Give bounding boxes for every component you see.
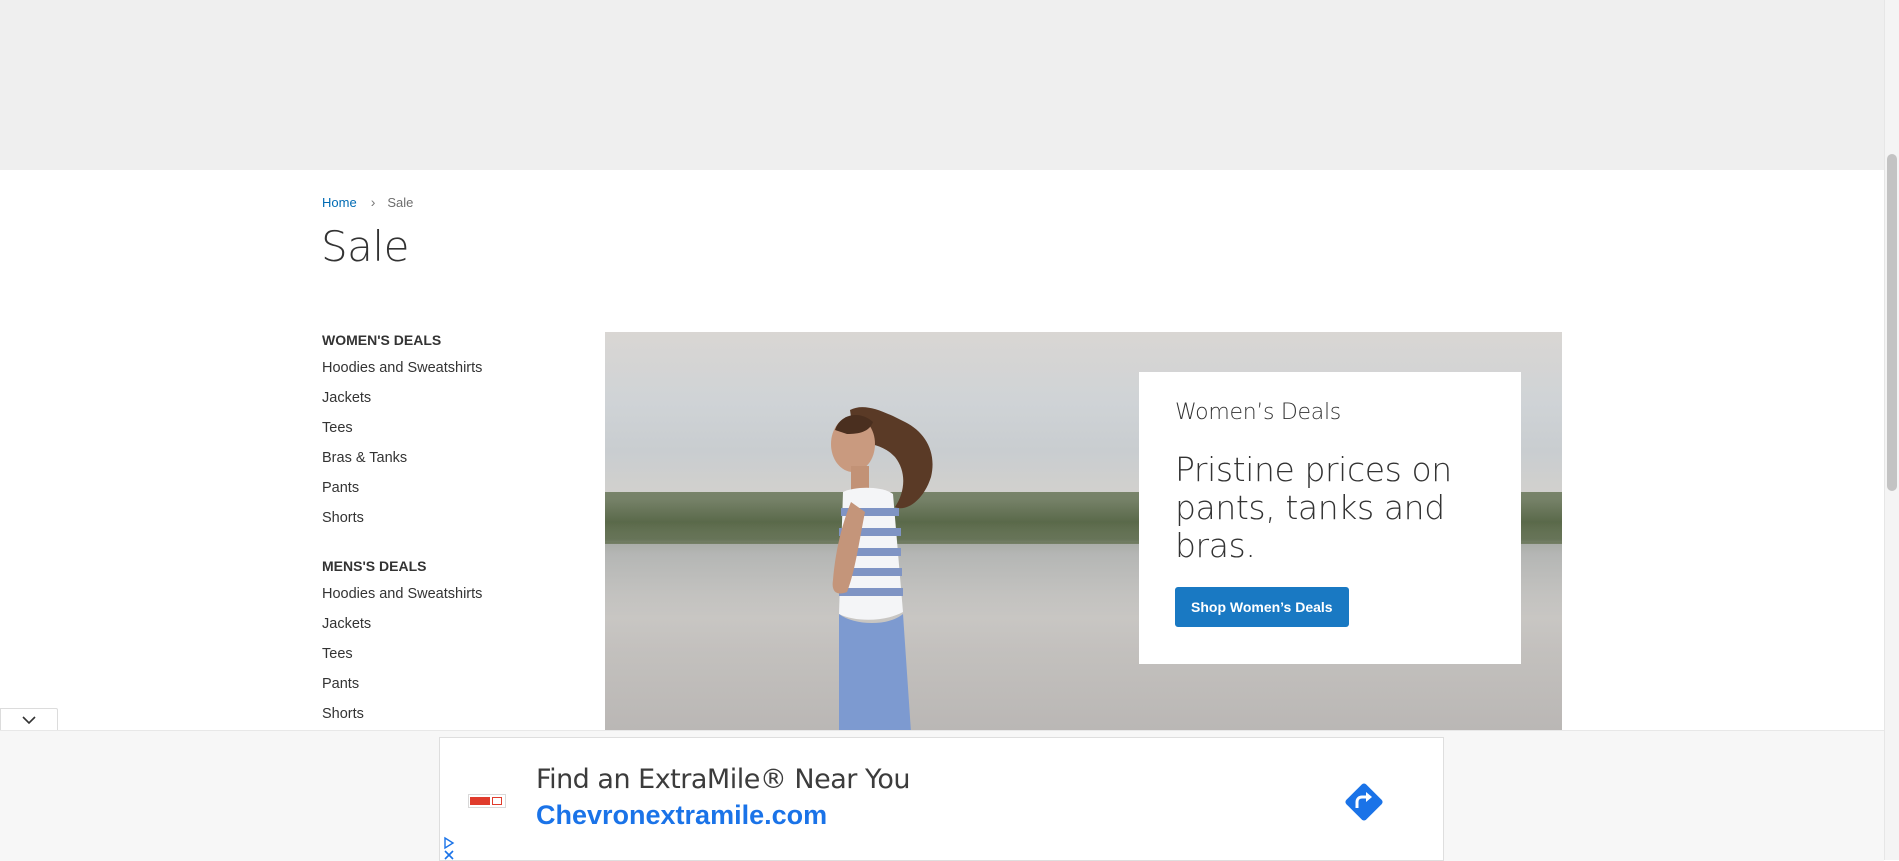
sidebar-link-women-shorts[interactable]: Shorts xyxy=(322,508,562,528)
sidebar-link-men-tees[interactable]: Tees xyxy=(322,644,562,664)
collapse-ad-button[interactable] xyxy=(0,708,58,732)
promo-card: Women’s Deals Pristine prices on pants, … xyxy=(1139,372,1521,664)
sidebar-group-womens-deals: WOMEN'S DEALS Hoodies and Sweatshirts Ja… xyxy=(322,330,562,528)
promo-kicker: Women’s Deals xyxy=(1175,400,1341,425)
sidebar-link-women-jackets[interactable]: Jackets xyxy=(322,388,562,408)
sidebar-group-title: WOMEN'S DEALS xyxy=(322,332,442,348)
shop-womens-deals-button[interactable]: Shop Women’s Deals xyxy=(1175,587,1349,627)
breadcrumb: Home › Sale xyxy=(322,194,413,210)
directions-arrow-icon[interactable] xyxy=(1340,778,1388,826)
sidebar-categories: WOMEN'S DEALS Hoodies and Sweatshirts Ja… xyxy=(322,330,562,734)
sidebar-group-mens-deals: MENS'S DEALS Hoodies and Sweatshirts Jac… xyxy=(322,556,562,724)
sidebar-link-men-jackets[interactable]: Jackets xyxy=(322,614,562,634)
page-scrollbar[interactable] xyxy=(1884,0,1899,860)
advertisement-banner[interactable]: Find an ExtraMile® Near You Chevronextra… xyxy=(439,737,1444,861)
ad-url-link[interactable]: Chevronextramile.com xyxy=(536,800,827,831)
chevron-down-icon xyxy=(22,716,36,725)
header-placeholder-band xyxy=(0,0,1884,170)
sidebar-link-women-hoodies[interactable]: Hoodies and Sweatshirts xyxy=(322,358,562,378)
sidebar-link-women-bras-tanks[interactable]: Bras & Tanks xyxy=(322,448,562,468)
sidebar-link-women-tees[interactable]: Tees xyxy=(322,418,562,438)
ad-title[interactable]: Find an ExtraMile® Near You xyxy=(536,764,910,795)
scrollbar-thumb[interactable] xyxy=(1887,154,1897,491)
breadcrumb-current: Sale xyxy=(387,194,414,210)
sidebar-link-women-pants[interactable]: Pants xyxy=(322,478,562,498)
sidebar-link-men-pants[interactable]: Pants xyxy=(322,674,562,694)
runner-photo-image xyxy=(831,407,933,730)
breadcrumb-home-link[interactable]: Home xyxy=(322,195,357,210)
sidebar-link-men-shorts[interactable]: Shorts xyxy=(322,704,562,724)
promo-headline: Pristine prices on pants, tanks and bras… xyxy=(1175,450,1452,565)
breadcrumb-separator-icon: › xyxy=(370,194,376,210)
advertisement-bar: Find an ExtraMile® Near You Chevronextra… xyxy=(0,730,1884,861)
extramile-logo-icon xyxy=(468,794,506,808)
womens-deals-banner[interactable]: Women’s Deals Pristine prices on pants, … xyxy=(605,332,1562,730)
adchoices-icon[interactable] xyxy=(442,836,456,860)
sidebar-group-title: MENS'S DEALS xyxy=(322,558,427,574)
sidebar-link-men-hoodies[interactable]: Hoodies and Sweatshirts xyxy=(322,584,562,604)
page-title: Sale xyxy=(321,222,409,271)
